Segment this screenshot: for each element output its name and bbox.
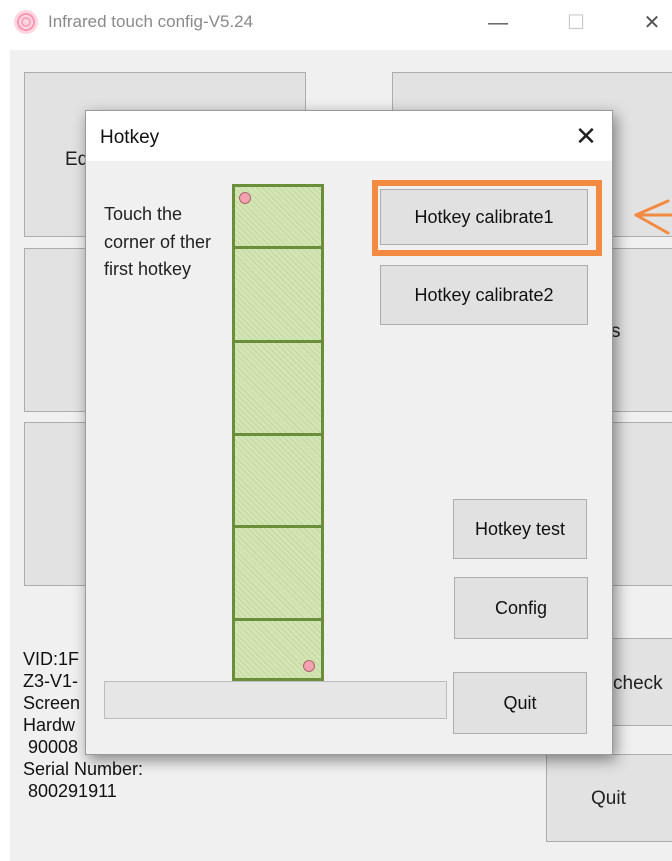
fingerprint-app-icon <box>14 10 38 34</box>
calibration-instruction: Touch the corner of ther first hotkey <box>104 204 212 279</box>
close-icon[interactable]: ✕ <box>570 121 602 153</box>
minimize-button[interactable]: — <box>478 8 518 38</box>
corner-marker-bottom <box>303 660 315 672</box>
hotkey-cell[interactable] <box>235 343 321 436</box>
window-close-button[interactable]: ✕ <box>632 8 672 38</box>
maximize-button[interactable]: ☐ <box>556 8 596 38</box>
main-title-bar: Infrared touch config-V5.24 — ☐ ✕ <box>0 0 672 48</box>
info-line: 800291911 <box>23 781 117 801</box>
dialog-title-bar: Hotkey ✕ <box>86 111 612 161</box>
arrow-annotation-icon <box>634 199 672 235</box>
hotkey-calibrate2-button[interactable]: Hotkey calibrate2 <box>380 265 588 325</box>
info-line: Serial Number: <box>23 759 144 779</box>
hotkey-cell[interactable] <box>235 436 321 528</box>
window-title: Infrared touch config-V5.24 <box>48 12 254 31</box>
dialog-title: Hotkey <box>100 127 160 148</box>
progress-bar <box>104 681 447 719</box>
hotkey-cell[interactable] <box>235 621 321 678</box>
hotkey-cell[interactable] <box>235 249 321 343</box>
hotkey-strip[interactable] <box>232 184 324 681</box>
hotkey-cell[interactable] <box>235 528 321 621</box>
hotkey-dialog: Hotkey ✕ Touch the corner of ther first … <box>85 110 613 755</box>
main-quit-button-label: Quit <box>591 788 626 809</box>
corner-marker-top <box>239 192 251 204</box>
check-button-label: check <box>613 673 663 694</box>
dialog-quit-button[interactable]: Quit <box>453 672 587 734</box>
main-quit-button[interactable]: Quit <box>546 754 672 842</box>
hotkey-test-button[interactable]: Hotkey test <box>453 499 587 559</box>
hotkey-calibrate1-button[interactable]: Hotkey calibrate1 <box>380 189 588 245</box>
config-button[interactable]: Config <box>454 577 588 639</box>
